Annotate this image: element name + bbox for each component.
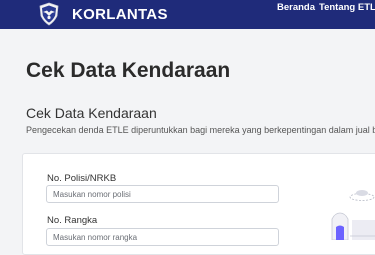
- section-title: Cek Data Kendaraan: [26, 105, 157, 121]
- section-description: Pengecekan denda ETLE diperuntukkan bagi…: [26, 125, 375, 135]
- plate-number-label: No. Polisi/NRKB: [47, 173, 117, 184]
- nav-link-tentang-etle[interactable]: Tentang ETLE▾: [319, 2, 375, 13]
- korlantas-emblem-icon[interactable]: [37, 2, 61, 26]
- plate-number-input[interactable]: [46, 185, 279, 203]
- page-title: Cek Data Kendaraan: [26, 59, 231, 82]
- vehicle-check-illustration: [331, 190, 375, 240]
- brand-name[interactable]: KORLANTAS: [72, 6, 168, 23]
- chassis-number-input[interactable]: [46, 228, 279, 246]
- nav-link-beranda[interactable]: Beranda: [277, 2, 315, 13]
- top-navbar: KORLANTAS Beranda Tentang ETLE▾: [0, 0, 375, 29]
- nav-link-tentang-etle-label: Tentang ETLE: [319, 2, 375, 13]
- chassis-number-label: No. Rangka: [47, 215, 98, 226]
